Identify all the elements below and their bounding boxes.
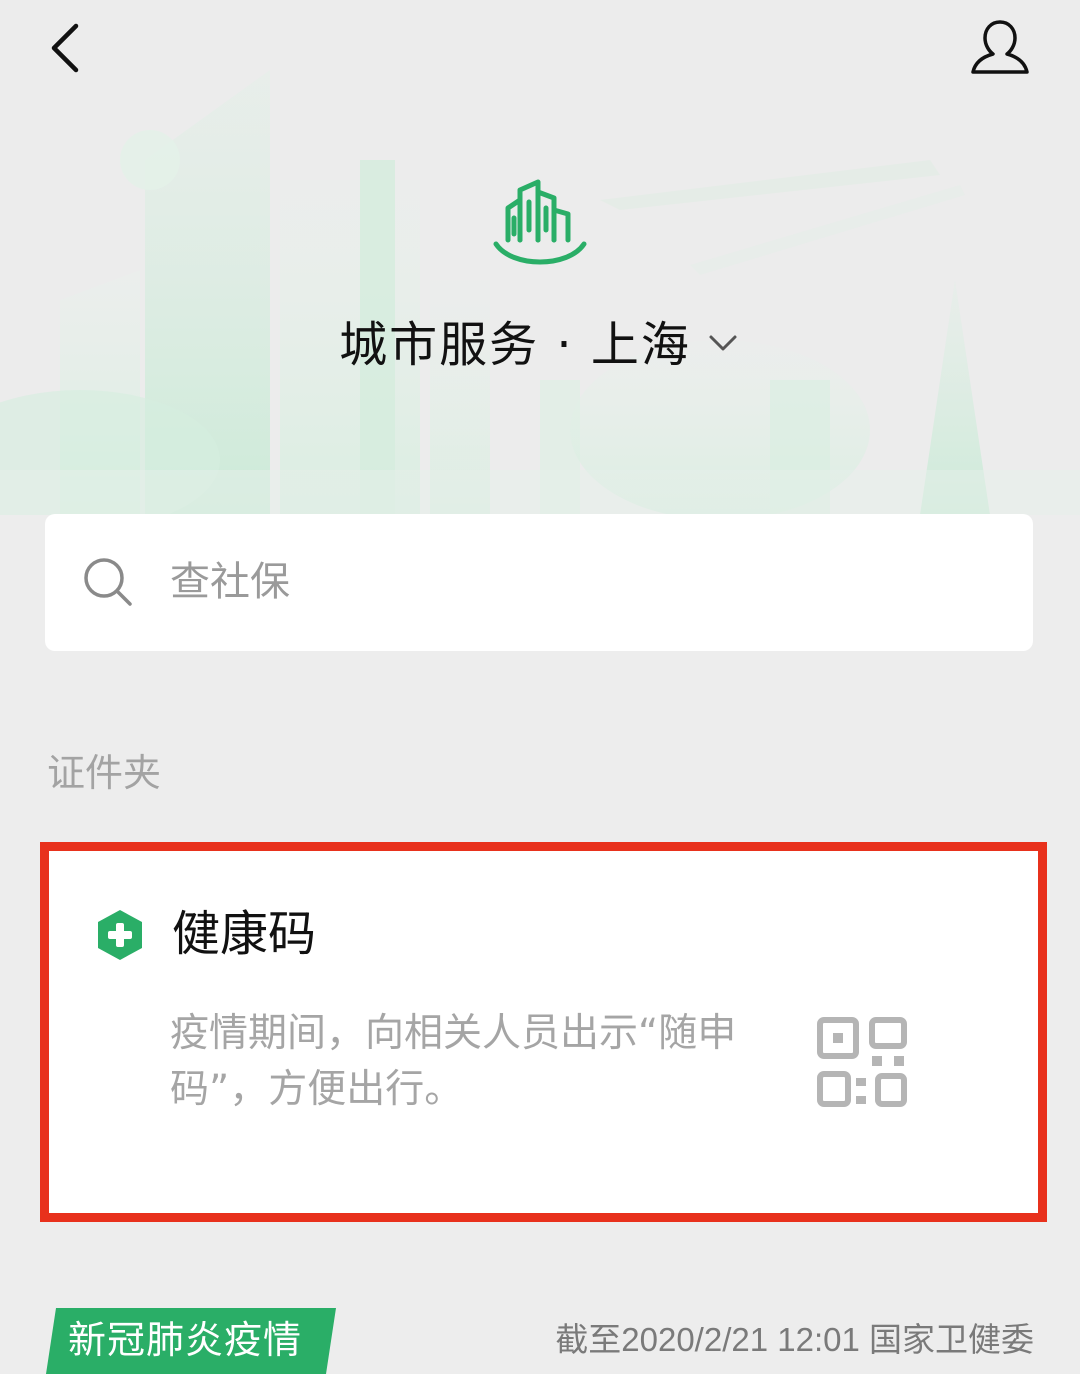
city-title: 城市服务 · 上海 <box>339 317 691 373</box>
city-buildings-icon <box>493 179 587 265</box>
chevron-left-icon <box>51 23 79 73</box>
search-placeholder: 查社保 <box>170 559 290 605</box>
city-services-page: 城市服务 · 上海 查社保 证件夹 健康码 疫情期间，向相关人员出示“随申码”，… <box>0 0 1080 1374</box>
shield-plus-icon <box>98 910 142 960</box>
chevron-down-icon <box>709 335 737 351</box>
top-bar <box>0 0 1080 100</box>
profile-button[interactable] <box>964 16 1036 80</box>
covid-tag[interactable]: 新冠肺炎疫情 <box>68 1312 302 1368</box>
health-code-title: 健康码 <box>172 906 317 962</box>
back-button[interactable] <box>40 18 96 78</box>
city-selector[interactable]: 城市服务 · 上海 <box>0 300 1080 380</box>
health-code-description: 疫情期间，向相关人员出示“随申码”，方便出行。 <box>170 1011 737 1112</box>
qr-code-icon <box>817 1017 907 1107</box>
covid-data-source: 截至2020/2/21 12:01 国家卫健委 <box>555 1321 1034 1358</box>
user-icon <box>971 20 1029 74</box>
wallet-section-label: 证件夹 <box>47 751 162 795</box>
search-icon <box>84 558 132 606</box>
